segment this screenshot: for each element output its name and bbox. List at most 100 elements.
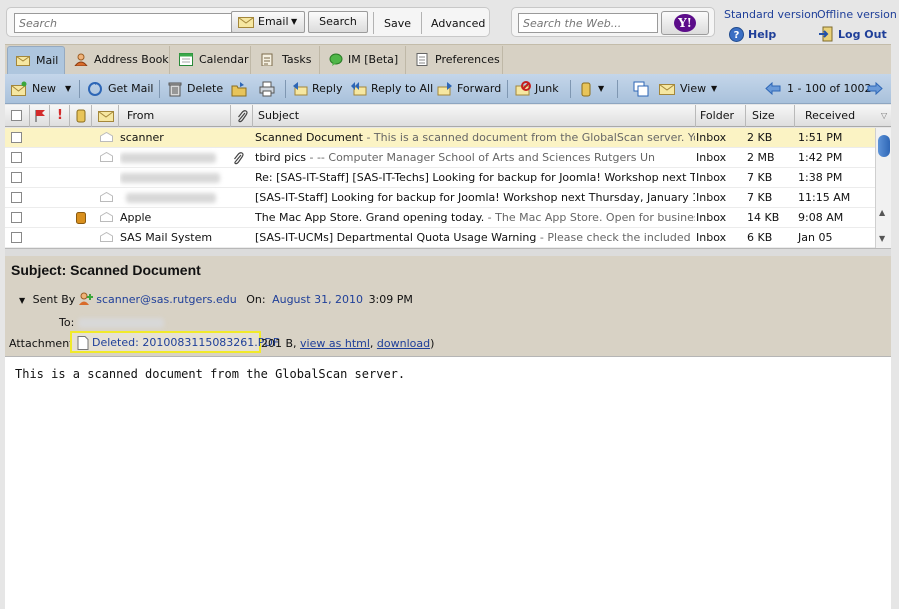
help-link[interactable]: Help	[748, 28, 776, 41]
row-checkbox[interactable]	[11, 132, 22, 143]
tab-calendar[interactable]: Calendar	[171, 46, 251, 74]
received-column-header[interactable]: Received ▽	[795, 105, 891, 127]
message-row[interactable]: tbird pics - -- Computer Manager School …	[5, 148, 875, 168]
message-row[interactable]: Re: [SAS-IT-Staff] [SAS-IT-Techs] Lookin…	[5, 168, 875, 188]
reply-all-label: Reply to All	[371, 82, 434, 95]
help-icon[interactable]: ?	[729, 27, 744, 42]
new-window-button[interactable]	[633, 80, 651, 98]
search-button[interactable]: Search	[308, 11, 368, 33]
logout-icon[interactable]	[818, 26, 834, 42]
folder-column-header[interactable]: Folder	[696, 105, 746, 127]
row-from-redacted	[120, 148, 230, 168]
pane-splitter[interactable]	[5, 248, 891, 256]
mail-search-input[interactable]	[14, 13, 232, 33]
divider	[373, 12, 374, 34]
priority-column[interactable]: !	[50, 105, 70, 127]
tag-icon	[76, 109, 86, 123]
scrollbar-thumb[interactable]	[878, 135, 890, 157]
junk-button[interactable]: Junk	[515, 80, 565, 98]
flag-icon	[35, 110, 45, 122]
standard-version-link[interactable]: Standard version	[724, 8, 818, 21]
delete-button[interactable]: Delete	[167, 80, 223, 98]
message-row[interactable]: [SAS-IT-Staff] Looking for backup for Jo…	[5, 188, 875, 208]
read-status-column[interactable]	[92, 105, 119, 127]
chevron-down-icon[interactable]: ▼	[65, 80, 71, 98]
subject-column-header[interactable]: Subject	[253, 105, 696, 127]
message-list-scrollbar[interactable]: ▲ ▼	[875, 128, 891, 248]
file-icon	[77, 336, 89, 350]
svg-text:?: ?	[734, 30, 740, 41]
date-link[interactable]: August 31, 2010	[272, 293, 363, 306]
web-search-button[interactable]: Y!	[661, 11, 709, 35]
tab-preferences[interactable]: Preferences	[407, 46, 503, 74]
tab-mail[interactable]: Mail	[7, 46, 65, 74]
new-button[interactable]: New ▼	[11, 80, 73, 98]
tab-tasks[interactable]: Tasks	[252, 46, 320, 74]
add-contact-icon[interactable]	[78, 292, 93, 305]
divider	[507, 80, 508, 98]
from-column-header[interactable]: From	[119, 105, 231, 127]
get-mail-button[interactable]: Get Mail	[87, 80, 153, 98]
sent-time: 3:09 PM	[368, 293, 413, 306]
row-checkbox[interactable]	[11, 232, 22, 243]
to-label: To:	[59, 316, 75, 329]
select-all-checkbox[interactable]	[11, 110, 22, 121]
arrow-left-icon[interactable]	[765, 82, 781, 95]
paperclip-icon	[238, 110, 248, 123]
redacted-text	[120, 153, 216, 163]
web-search-input[interactable]	[518, 13, 658, 33]
scroll-down-icon[interactable]: ▼	[879, 234, 885, 243]
forward-button[interactable]: Forward	[437, 80, 503, 98]
advanced-search-link[interactable]: Advanced	[431, 17, 485, 30]
reply-all-button[interactable]: Reply to All	[351, 80, 434, 98]
size-column-header[interactable]: Size	[746, 105, 795, 127]
logout-link[interactable]: Log Out	[838, 28, 887, 41]
row-folder: Inbox	[696, 151, 727, 164]
row-folder: Inbox	[696, 191, 727, 204]
mail-search-box: Email ▼ Search Save Advanced	[6, 7, 490, 37]
save-search-link[interactable]: Save	[384, 17, 411, 30]
scroll-up-icon[interactable]: ▲	[879, 208, 885, 217]
download-link[interactable]: download	[377, 337, 430, 350]
view-as-html-link[interactable]: view as html	[300, 337, 370, 350]
sender-email-link[interactable]: scanner@sas.rutgers.edu	[96, 293, 236, 306]
divider	[285, 80, 286, 98]
select-all-column[interactable]	[5, 105, 30, 127]
message-list: scanner Scanned Document - This is a sca…	[5, 128, 875, 248]
to-line: To:	[59, 316, 164, 329]
row-checkbox[interactable]	[11, 212, 22, 223]
move-to-folder-button[interactable]	[231, 80, 249, 98]
view-button[interactable]: View ▼	[659, 80, 723, 98]
flag-menu-button[interactable]: ▼	[578, 80, 608, 98]
divider	[570, 80, 571, 98]
reply-button[interactable]: Reply	[292, 80, 346, 98]
row-from: SAS Mail System	[120, 231, 213, 244]
row-checkbox[interactable]	[11, 192, 22, 203]
flag-column[interactable]	[30, 105, 50, 127]
arrow-right-icon[interactable]	[867, 82, 883, 95]
tab-address-book[interactable]: Address Book	[66, 46, 170, 74]
attachment-column[interactable]	[231, 105, 253, 127]
row-checkbox[interactable]	[11, 152, 22, 163]
attachment-link[interactable]: Deleted: 2010083115083261.PDF	[92, 336, 279, 349]
tag-column[interactable]	[70, 105, 92, 127]
yahoo-logo-icon: Y!	[674, 14, 696, 32]
divider	[421, 12, 422, 34]
collapse-triangle-icon[interactable]: ▼	[19, 296, 25, 305]
print-button[interactable]	[259, 80, 277, 98]
message-row[interactable]: scanner Scanned Document - This is a sca…	[5, 128, 875, 148]
message-row[interactable]: SAS Mail System [SAS-IT-UCMs] Department…	[5, 228, 875, 248]
row-checkbox[interactable]	[11, 172, 22, 183]
view-label: View	[680, 82, 707, 95]
row-size: 14 KB	[747, 211, 780, 224]
redacted-text	[126, 193, 216, 203]
tab-label: Mail	[36, 54, 59, 67]
reply-icon	[293, 82, 308, 96]
attachment-highlight[interactable]: Deleted: 2010083115083261.PDF	[70, 331, 279, 353]
subject-text: [SAS-IT-UCMs] Departmental Quota Usage W…	[255, 231, 537, 244]
offline-version-link[interactable]: Offline version	[817, 8, 897, 21]
message-row[interactable]: Apple The Mac App Store. Grand opening t…	[5, 208, 875, 228]
row-folder: Inbox	[696, 171, 727, 184]
tab-im-beta[interactable]: IM [Beta]	[321, 46, 406, 74]
search-scope-dropdown[interactable]: Email ▼	[231, 11, 305, 33]
